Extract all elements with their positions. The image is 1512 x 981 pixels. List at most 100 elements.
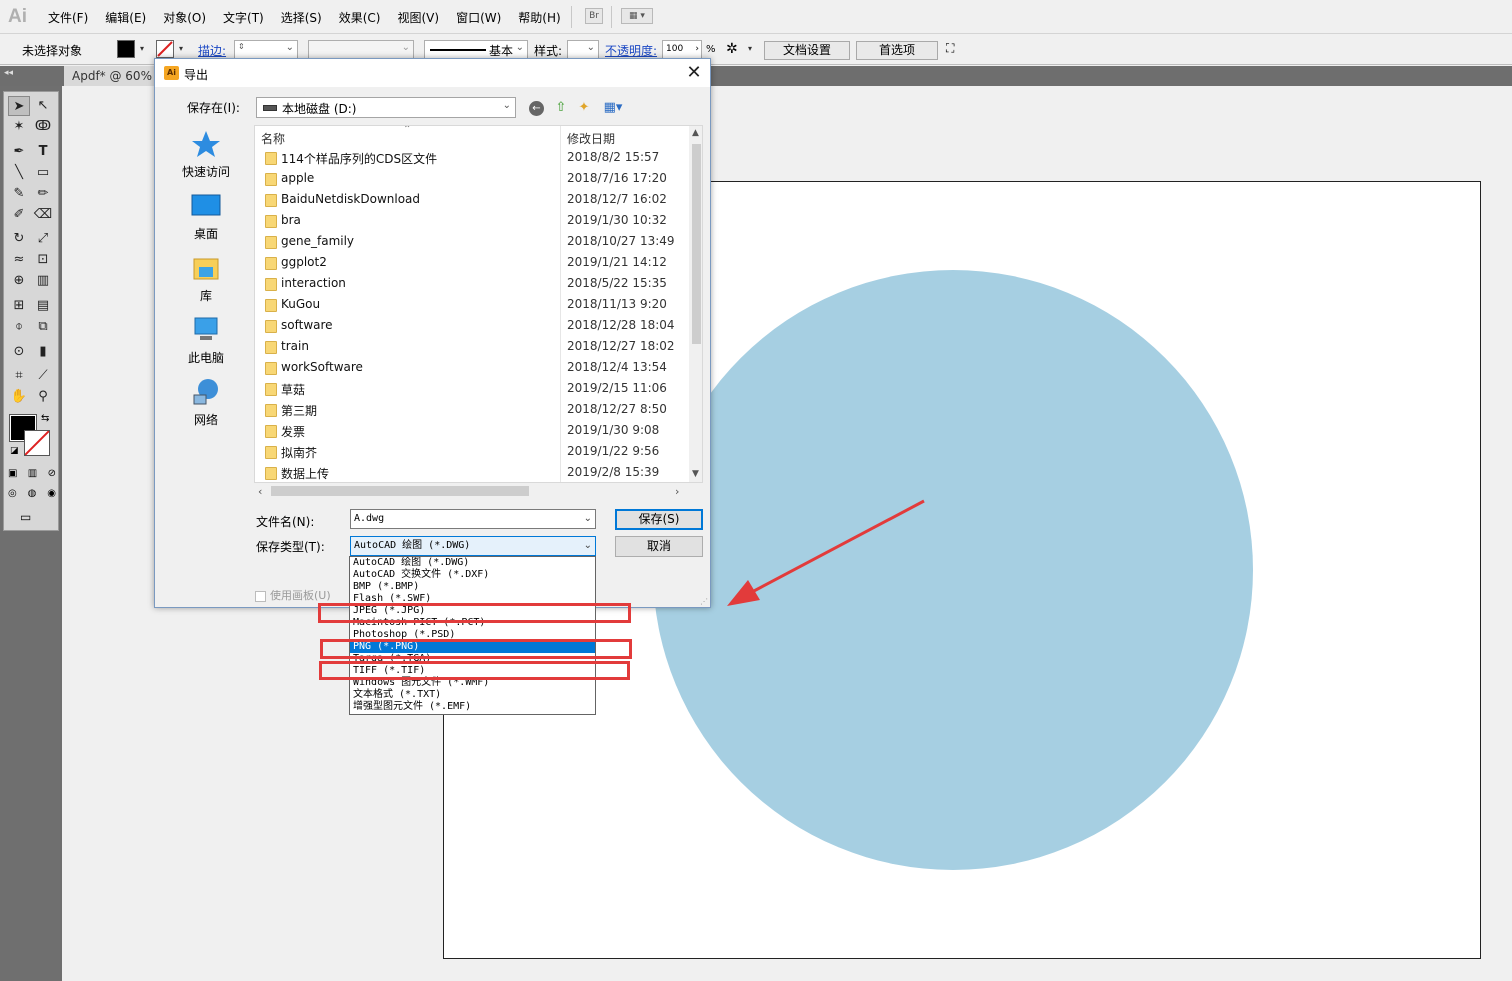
file-name: 发票	[281, 425, 306, 439]
file-name: 114个样品序列的CDS区文件	[281, 152, 438, 166]
filetype-option[interactable]: 文本格式 (*.TXT)	[350, 689, 595, 701]
place-library[interactable]: 库	[171, 253, 241, 304]
scroll-down-icon[interactable]: ▼	[692, 469, 699, 479]
view-menu-icon[interactable]: ▦▾	[599, 99, 627, 117]
file-row[interactable]: 114个样品序列的CDS区文件 2018/8/2 15:57	[255, 148, 685, 169]
cancel-button[interactable]: 取消	[615, 536, 703, 557]
file-date: 2019/1/21 14:12	[567, 255, 667, 269]
file-name: KuGou	[281, 297, 321, 311]
file-list[interactable]: ⌃ 名称 修改日期 114个样品序列的CDS区文件 2018/8/2 15:57 a…	[254, 125, 703, 483]
filetype-label: 保存类型(T):	[256, 540, 325, 554]
folder-icon	[265, 320, 277, 333]
folder-icon	[265, 236, 277, 249]
folder-icon	[265, 152, 277, 165]
file-row[interactable]: gene_family 2018/10/27 13:49	[255, 232, 685, 253]
chevron-down-icon[interactable]: ⌄	[584, 510, 592, 528]
file-row[interactable]: 发票 2019/1/30 9:08	[255, 421, 685, 442]
folder-icon	[265, 299, 277, 312]
new-folder-icon[interactable]: ✦	[575, 99, 593, 117]
scroll-right-icon[interactable]: ›	[675, 485, 679, 498]
scroll-thumb[interactable]	[271, 486, 529, 496]
file-date: 2018/12/27 8:50	[567, 402, 667, 416]
filetype-option[interactable]: 增强型图元文件 (*.EMF)	[350, 701, 595, 713]
resize-grip-icon[interactable]: ⋰	[700, 597, 708, 606]
folder-icon	[265, 425, 277, 438]
file-row[interactable]: workSoftware 2018/12/4 13:54	[255, 358, 685, 379]
illustrator-app-icon: Ai	[164, 66, 179, 80]
vertical-scrollbar[interactable]: ▲ ▼	[689, 126, 702, 482]
place-network[interactable]: 网络	[171, 377, 241, 428]
filetype-select[interactable]: AutoCAD 绘图 (*.DWG) ⌄	[350, 536, 596, 556]
close-icon[interactable]: ✕	[683, 62, 705, 84]
save-button[interactable]: 保存(S)	[615, 509, 703, 530]
place-label: 桌面	[193, 227, 218, 241]
filename-label: 文件名(N):	[256, 515, 315, 529]
file-date: 2018/11/13 9:20	[567, 297, 667, 311]
back-arrow-icon[interactable]: ←	[529, 101, 544, 116]
column-header-name[interactable]: 名称	[261, 130, 285, 147]
folder-icon	[265, 257, 277, 270]
horizontal-scrollbar[interactable]: ‹ ›	[254, 483, 687, 499]
network-icon	[190, 377, 222, 407]
file-name: 第三期	[281, 404, 318, 418]
file-row[interactable]: ggplot2 2019/1/21 14:12	[255, 253, 685, 274]
file-name: 草菇	[281, 383, 306, 397]
file-row[interactable]: software 2018/12/28 18:04	[255, 316, 685, 337]
file-row[interactable]: KuGou 2018/11/13 9:20	[255, 295, 685, 316]
file-name: 拟南芥	[281, 446, 318, 460]
dialog-titlebar: Ai 导出 ✕	[155, 59, 710, 87]
save-in-combo[interactable]: 本地磁盘 (D:) ⌄	[256, 97, 516, 118]
save-in-value: 本地磁盘 (D:)	[282, 102, 357, 116]
folder-icon	[265, 215, 277, 228]
place-label: 网络	[193, 413, 218, 427]
chevron-down-icon[interactable]: ⌄	[584, 537, 592, 555]
checkbox-box[interactable]	[255, 590, 266, 602]
file-row[interactable]: apple 2018/7/16 17:20	[255, 169, 685, 190]
chevron-down-icon[interactable]: ⌄	[503, 100, 511, 111]
file-row[interactable]: 草菇 2019/2/15 11:06	[255, 379, 685, 400]
use-artboard-label: 使用画板(U)	[270, 589, 331, 602]
arrow-head	[727, 580, 760, 606]
folder-icon	[265, 341, 277, 354]
file-row[interactable]: interaction 2018/5/22 15:35	[255, 274, 685, 295]
folder-icon	[265, 446, 277, 459]
file-name: 数据上传	[281, 467, 330, 481]
file-date: 2018/12/4 13:54	[567, 360, 667, 374]
file-row[interactable]: bra 2019/1/30 10:32	[255, 211, 685, 232]
scroll-thumb[interactable]	[692, 144, 701, 344]
file-name: BaiduNetdiskDownload	[281, 192, 421, 206]
file-row[interactable]: train 2018/12/27 18:02	[255, 337, 685, 358]
file-row[interactable]: 数据上传 2019/2/8 15:39	[255, 463, 685, 482]
sort-ascending-icon: ⌃	[403, 125, 412, 135]
use-artboard-checkbox[interactable]: 使用画板(U)	[255, 587, 331, 603]
file-name: bra	[281, 213, 301, 227]
filename-input[interactable]: A.dwg ⌄	[350, 509, 596, 529]
file-date: 2019/2/15 11:06	[567, 381, 667, 395]
place-quick-access[interactable]: 快速访问	[171, 129, 241, 180]
place-label: 库	[199, 289, 212, 303]
file-row[interactable]: 第三期 2018/12/27 8:50	[255, 400, 685, 421]
place-label: 此电脑	[187, 351, 224, 365]
filetype-option[interactable]: BMP (*.BMP)	[350, 581, 595, 593]
scroll-up-icon[interactable]: ▲	[692, 128, 699, 138]
column-header-date[interactable]: 修改日期	[567, 130, 615, 147]
star-icon	[190, 129, 222, 159]
file-date: 2018/12/27 18:02	[567, 339, 675, 353]
highlight-tiff-box	[319, 661, 630, 680]
file-name: apple	[281, 171, 315, 185]
filetype-option[interactable]: AutoCAD 交换文件 (*.DXF)	[350, 569, 595, 581]
file-row[interactable]: 拟南芥 2019/1/22 9:56	[255, 442, 685, 463]
up-folder-icon[interactable]: ⇧	[552, 99, 570, 117]
scroll-left-icon[interactable]: ‹	[258, 485, 262, 498]
filetype-option[interactable]: AutoCAD 绘图 (*.DWG)	[350, 557, 595, 569]
file-date: 2018/7/16 17:20	[567, 171, 667, 185]
library-icon	[190, 253, 222, 283]
folder-icon	[265, 194, 277, 207]
file-row[interactable]: BaiduNetdiskDownload 2018/12/7 16:02	[255, 190, 685, 211]
folder-icon	[265, 404, 277, 417]
place-this-pc[interactable]: 此电脑	[171, 315, 241, 366]
file-date: 2019/2/8 15:39	[567, 465, 660, 479]
place-desktop[interactable]: 桌面	[171, 191, 241, 242]
filetype-dropdown-list[interactable]: AutoCAD 绘图 (*.DWG) AutoCAD 交换文件 (*.DXF) BM…	[349, 556, 596, 715]
highlight-jpeg-box	[318, 603, 631, 623]
